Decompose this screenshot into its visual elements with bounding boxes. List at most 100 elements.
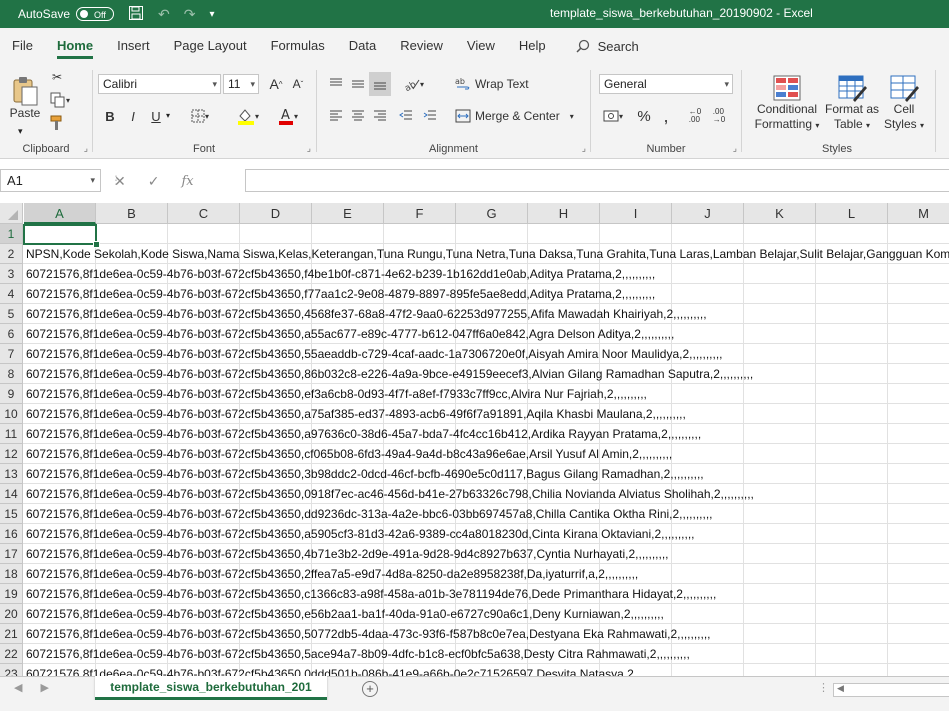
tab-view[interactable]: View bbox=[455, 28, 507, 64]
cell-a2[interactable]: NPSN,Kode Sekolah,Kode Siswa,Nama Siswa,… bbox=[26, 244, 949, 264]
paste-dropdown-icon[interactable]: ▾ bbox=[18, 126, 23, 137]
align-right-icon[interactable] bbox=[371, 106, 389, 126]
cell-a15[interactable]: 60721576,8f1de6ea-0c59-4b76-b03f-672cf5b… bbox=[26, 504, 713, 524]
bold-button[interactable]: B bbox=[101, 106, 119, 126]
cell-a9[interactable]: 60721576,8f1de6ea-0c59-4b76-b03f-672cf5b… bbox=[26, 384, 647, 404]
cell-a8[interactable]: 60721576,8f1de6ea-0c59-4b76-b03f-672cf5b… bbox=[26, 364, 753, 384]
insert-function-button[interactable]: fx bbox=[181, 174, 193, 189]
font-launcher-icon[interactable]: ⌟ bbox=[307, 143, 311, 154]
active-cell[interactable] bbox=[23, 224, 97, 245]
enter-icon[interactable]: ✓ bbox=[148, 173, 160, 190]
row-header-14[interactable]: 14 bbox=[0, 484, 23, 504]
clipboard-launcher-icon[interactable]: ⌟ bbox=[84, 143, 88, 154]
tab-splitter-icon[interactable]: ⋮ bbox=[818, 681, 829, 694]
row-header-2[interactable]: 2 bbox=[0, 244, 23, 264]
cell-a4[interactable]: 60721576,8f1de6ea-0c59-4b76-b03f-672cf5b… bbox=[26, 284, 655, 304]
percent-style-icon[interactable]: % bbox=[635, 106, 653, 126]
align-center-icon[interactable] bbox=[349, 106, 367, 126]
customize-qat-icon[interactable]: ▾ bbox=[210, 9, 215, 20]
cell-a23[interactable]: 60721576,8f1de6ea-0c59-4b76-b03f-672cf5b… bbox=[26, 664, 667, 676]
comma-style-icon[interactable]: , bbox=[657, 106, 675, 126]
paste-button[interactable]: Paste bbox=[8, 70, 42, 126]
number-format-combo[interactable]: General ▾ bbox=[599, 74, 733, 94]
sheet-next-icon[interactable]: ▶ bbox=[40, 681, 48, 694]
row-header-21[interactable]: 21 bbox=[0, 624, 23, 644]
search-box[interactable]: Search bbox=[576, 39, 639, 54]
column-header-i[interactable]: I bbox=[600, 203, 672, 224]
row-header-22[interactable]: 22 bbox=[0, 644, 23, 664]
column-header-d[interactable]: D bbox=[240, 203, 312, 224]
format-painter-icon[interactable] bbox=[48, 114, 66, 132]
tab-home[interactable]: Home bbox=[45, 28, 105, 64]
tab-insert[interactable]: Insert bbox=[105, 28, 162, 64]
redo-icon[interactable]: ↷ bbox=[184, 6, 196, 23]
conditional-formatting-button[interactable]: Conditional Formatting ▾ bbox=[750, 68, 824, 138]
sheet-tab-active[interactable]: template_siswa_berkebutuhan_201 bbox=[95, 676, 327, 700]
autosave-toggle[interactable]: Off bbox=[76, 7, 115, 21]
save-icon[interactable] bbox=[128, 5, 144, 24]
tab-help[interactable]: Help bbox=[507, 28, 558, 64]
column-header-b[interactable]: B bbox=[96, 203, 168, 224]
cell-a12[interactable]: 60721576,8f1de6ea-0c59-4b76-b03f-672cf5b… bbox=[26, 444, 672, 464]
row-header-19[interactable]: 19 bbox=[0, 584, 23, 604]
cell-a7[interactable]: 60721576,8f1de6ea-0c59-4b76-b03f-672cf5b… bbox=[26, 344, 723, 364]
row-header-12[interactable]: 12 bbox=[0, 444, 23, 464]
horizontal-scrollbar[interactable]: ◀ bbox=[833, 683, 949, 697]
row-header-1[interactable]: 1 bbox=[0, 224, 23, 244]
decrease-indent-icon[interactable] bbox=[397, 106, 415, 126]
number-launcher-icon[interactable]: ⌟ bbox=[733, 143, 737, 154]
cell-a18[interactable]: 60721576,8f1de6ea-0c59-4b76-b03f-672cf5b… bbox=[26, 564, 638, 584]
column-header-h[interactable]: H bbox=[528, 203, 600, 224]
row-header-5[interactable]: 5 bbox=[0, 304, 23, 324]
font-size-combo[interactable]: 11 ▾ bbox=[223, 74, 259, 94]
format-as-table-button[interactable]: Format as Table ▾ bbox=[824, 68, 880, 138]
cell-a22[interactable]: 60721576,8f1de6ea-0c59-4b76-b03f-672cf5b… bbox=[26, 644, 690, 664]
align-top-icon[interactable] bbox=[327, 74, 345, 94]
increase-indent-icon[interactable] bbox=[421, 106, 439, 126]
underline-dropdown-icon[interactable]: ▾ bbox=[166, 111, 170, 120]
sheet-prev-icon[interactable]: ◀ bbox=[14, 681, 22, 694]
row-header-7[interactable]: 7 bbox=[0, 344, 23, 364]
row-header-11[interactable]: 11 bbox=[0, 424, 23, 444]
column-header-c[interactable]: C bbox=[168, 203, 240, 224]
alignment-launcher-icon[interactable]: ⌟ bbox=[582, 143, 586, 154]
formula-input[interactable] bbox=[245, 169, 949, 192]
row-header-4[interactable]: 4 bbox=[0, 284, 23, 304]
increase-decimal-icon[interactable]: ←0.00 bbox=[685, 106, 705, 126]
borders-icon[interactable]: ▾ bbox=[187, 106, 213, 126]
row-header-3[interactable]: 3 bbox=[0, 264, 23, 284]
tab-review[interactable]: Review bbox=[388, 28, 455, 64]
font-name-combo[interactable]: Calibri ▾ bbox=[98, 74, 221, 94]
italic-button[interactable]: I bbox=[124, 106, 142, 126]
row-header-16[interactable]: 16 bbox=[0, 524, 23, 544]
undo-icon[interactable]: ↶ bbox=[158, 6, 170, 23]
orientation-icon[interactable]: ab ▾ bbox=[399, 74, 429, 94]
tab-formulas[interactable]: Formulas bbox=[259, 28, 337, 64]
tab-file[interactable]: File bbox=[0, 28, 45, 64]
decrease-font-icon[interactable]: Aˇ bbox=[289, 74, 307, 94]
row-header-20[interactable]: 20 bbox=[0, 604, 23, 624]
align-bottom-icon[interactable] bbox=[369, 72, 391, 96]
cell-a16[interactable]: 60721576,8f1de6ea-0c59-4b76-b03f-672cf5b… bbox=[26, 524, 695, 544]
cell-a20[interactable]: 60721576,8f1de6ea-0c59-4b76-b03f-672cf5b… bbox=[26, 604, 664, 624]
column-header-g[interactable]: G bbox=[456, 203, 528, 224]
cell-a6[interactable]: 60721576,8f1de6ea-0c59-4b76-b03f-672cf5b… bbox=[26, 324, 674, 344]
worksheet-grid[interactable]: ABCDEFGHIJKLM 1 2 3 4 5 6 7 8 9 10 11 12 13 14 15 16 17 1… bbox=[0, 203, 949, 676]
font-color-icon[interactable]: A ▾ bbox=[273, 106, 303, 126]
column-header-e[interactable]: E bbox=[312, 203, 384, 224]
row-header-8[interactable]: 8 bbox=[0, 364, 23, 384]
wrap-text-button[interactable]: ab Wrap Text bbox=[455, 74, 531, 94]
row-header-10[interactable]: 10 bbox=[0, 404, 23, 424]
row-header-23[interactable]: 23 bbox=[0, 664, 23, 676]
add-sheet-icon[interactable]: + bbox=[362, 681, 378, 697]
cell-a11[interactable]: 60721576,8f1de6ea-0c59-4b76-b03f-672cf5b… bbox=[26, 424, 701, 444]
cell-a17[interactable]: 60721576,8f1de6ea-0c59-4b76-b03f-672cf5b… bbox=[26, 544, 669, 564]
cell-a5[interactable]: 60721576,8f1de6ea-0c59-4b76-b03f-672cf5b… bbox=[26, 304, 707, 324]
cell-a19[interactable]: 60721576,8f1de6ea-0c59-4b76-b03f-672cf5b… bbox=[26, 584, 716, 604]
cell-a14[interactable]: 60721576,8f1de6ea-0c59-4b76-b03f-672cf5b… bbox=[26, 484, 754, 504]
tab-data[interactable]: Data bbox=[337, 28, 388, 64]
merge-center-button[interactable]: Merge & Center ▾ bbox=[455, 106, 583, 126]
column-header-a[interactable]: A bbox=[24, 203, 96, 224]
column-header-j[interactable]: J bbox=[672, 203, 744, 224]
tab-page-layout[interactable]: Page Layout bbox=[162, 28, 259, 64]
